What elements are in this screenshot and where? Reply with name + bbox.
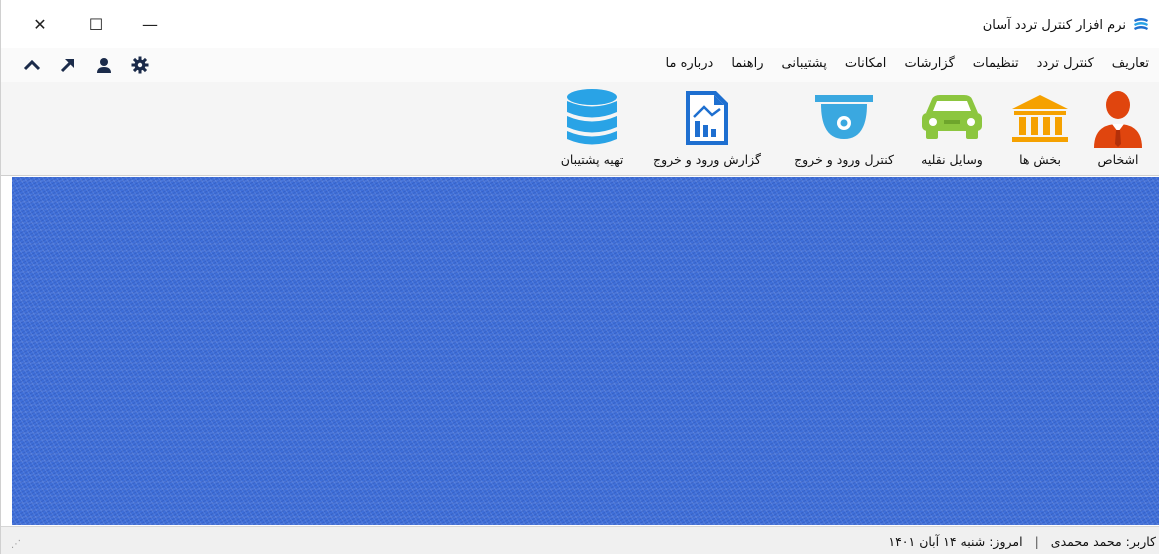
ribbon-toolbar: اشخاص بخش ها وسایل نقلیه کنترل ورود و خر… bbox=[1, 82, 1159, 176]
car-icon bbox=[920, 88, 984, 148]
menu-bar: تعاریف کنترل تردد تنظیمات گزارشات امکانا… bbox=[1, 48, 1159, 82]
backup-label: تهیه پشتیبان bbox=[560, 152, 624, 167]
app-logo-icon bbox=[1134, 18, 1148, 30]
window-title-area: نرم افزار کنترل تردد آسان bbox=[983, 16, 1150, 34]
app-window: ✕ ☐ — نرم افزار کنترل تردد آسان تعاریف ک… bbox=[0, 0, 1159, 554]
minimize-button[interactable]: — bbox=[133, 12, 167, 36]
main-content-area bbox=[12, 177, 1159, 525]
user-icon[interactable] bbox=[91, 54, 117, 76]
report-icon bbox=[675, 88, 739, 148]
title-bar: ✕ ☐ — نرم افزار کنترل تردد آسان bbox=[1, 0, 1159, 48]
chevron-up-icon[interactable] bbox=[19, 54, 45, 76]
status-bar: امروز: شنبه ۱۴ آبان ۱۴۰۱ | کاربر: محمد م… bbox=[1, 526, 1159, 554]
status-date: امروز: شنبه ۱۴ آبان ۱۴۰۱ bbox=[888, 534, 1023, 549]
departments-button[interactable]: بخش ها bbox=[1002, 82, 1078, 176]
close-button[interactable]: ✕ bbox=[23, 12, 57, 36]
persons-button[interactable]: اشخاص bbox=[1080, 82, 1156, 176]
menu-tools[interactable]: امکانات bbox=[836, 56, 896, 71]
entry-exit-report-button[interactable]: گزارش ورود و خروج bbox=[644, 82, 770, 176]
person-icon bbox=[1086, 88, 1150, 148]
vehicles-label: وسایل نقلیه bbox=[921, 152, 983, 167]
backup-button[interactable]: تهیه پشتیبان bbox=[544, 82, 640, 176]
status-user: کاربر: محمد محمدی bbox=[1050, 534, 1156, 549]
menu-support[interactable]: پشتیبانی bbox=[772, 56, 835, 71]
menu-definitions[interactable]: تعاریف bbox=[1103, 56, 1158, 71]
arrow-up-right-icon[interactable] bbox=[55, 54, 81, 76]
menu-help[interactable]: راهنما bbox=[722, 56, 772, 71]
entry-exit-control-button[interactable]: کنترل ورود و خروج bbox=[782, 82, 906, 176]
entry-exit-report-label: گزارش ورود و خروج bbox=[653, 152, 761, 167]
menu-about[interactable]: درباره ما bbox=[657, 56, 723, 71]
database-icon bbox=[560, 88, 624, 148]
quick-toolbar bbox=[19, 54, 153, 76]
departments-label: بخش ها bbox=[1019, 152, 1061, 167]
resize-grip-icon[interactable]: ⋰ bbox=[11, 539, 21, 550]
persons-label: اشخاص bbox=[1097, 152, 1139, 167]
maximize-button[interactable]: ☐ bbox=[79, 12, 113, 36]
gear-icon[interactable] bbox=[127, 54, 153, 76]
vehicles-button[interactable]: وسایل نقلیه bbox=[910, 82, 994, 176]
building-icon bbox=[1008, 88, 1072, 148]
menu-traffic-control[interactable]: کنترل تردد bbox=[1028, 56, 1103, 71]
camera-icon bbox=[812, 88, 876, 148]
menu-reports[interactable]: گزارشات bbox=[895, 56, 963, 71]
status-separator: | bbox=[1034, 534, 1039, 549]
window-title: نرم افزار کنترل تردد آسان bbox=[982, 17, 1126, 33]
menu-settings[interactable]: تنظیمات bbox=[964, 56, 1028, 71]
entry-exit-control-label: کنترل ورود و خروج bbox=[794, 152, 894, 167]
menu-items: تعاریف کنترل تردد تنظیمات گزارشات امکانا… bbox=[657, 56, 1158, 71]
status-items: امروز: شنبه ۱۴ آبان ۱۴۰۱ | کاربر: محمد م… bbox=[888, 534, 1156, 549]
